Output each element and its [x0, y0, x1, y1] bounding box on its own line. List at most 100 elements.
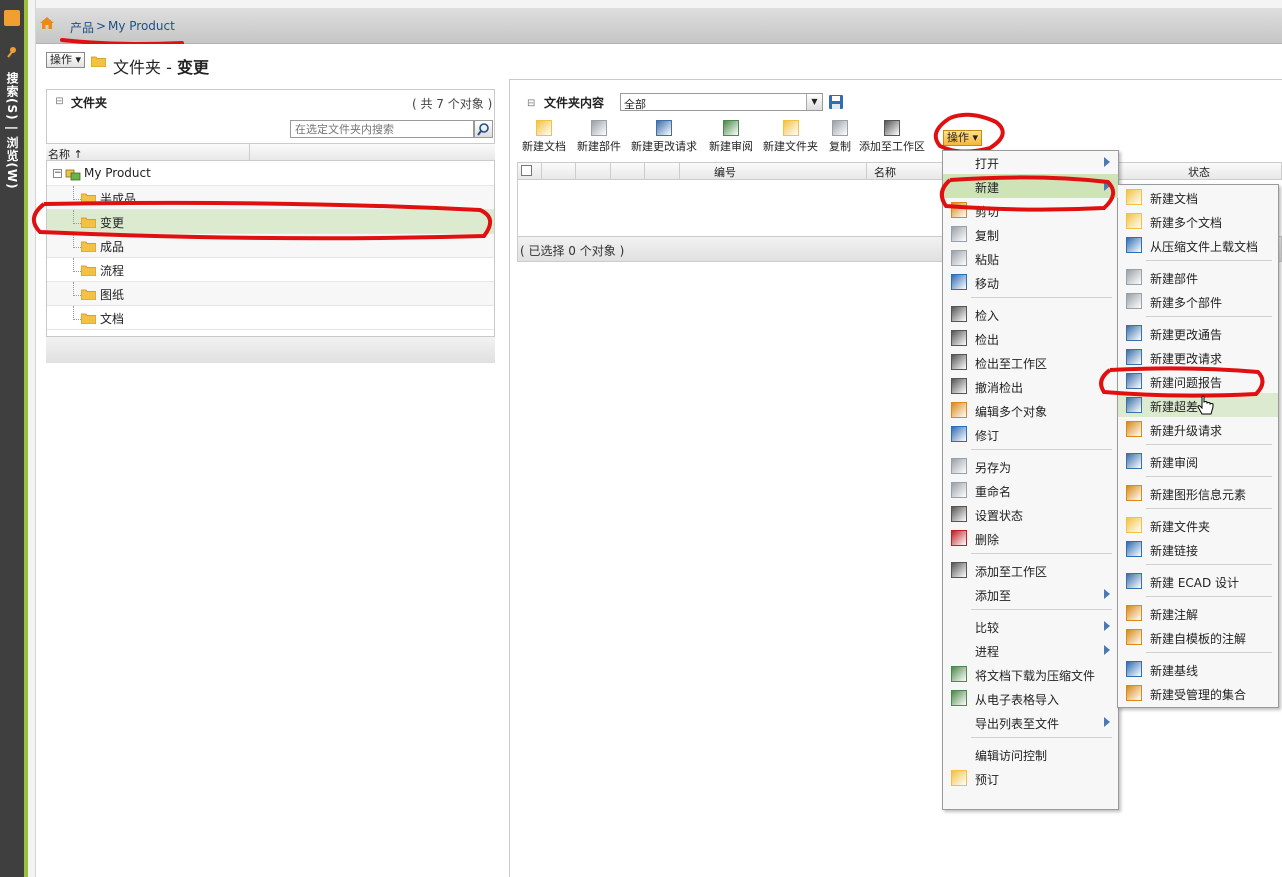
- menu-item[interactable]: 添加至: [943, 582, 1118, 606]
- page-title-folder: 变更: [176, 58, 209, 77]
- menu-item[interactable]: 打开: [943, 150, 1118, 174]
- status-column-header[interactable]: 状态: [1188, 164, 1210, 180]
- select-all-checkbox[interactable]: [521, 165, 532, 176]
- tree-row[interactable]: 图纸: [47, 282, 494, 306]
- menu-item[interactable]: 设置状态: [943, 502, 1118, 526]
- tree-item-label: 文档: [100, 312, 125, 326]
- column-divider: [541, 162, 542, 180]
- menu-item[interactable]: 新建链接: [1118, 537, 1278, 561]
- copy-icon: [832, 120, 848, 136]
- menu-item[interactable]: 导出列表至文件: [943, 710, 1118, 734]
- menu-item[interactable]: 修订: [943, 422, 1118, 446]
- menu-item[interactable]: 移动: [943, 270, 1118, 294]
- toolbar-button[interactable]: 复制: [829, 120, 851, 154]
- menu-item[interactable]: 检入: [943, 302, 1118, 326]
- menu-item[interactable]: 从压缩文件上载文档: [1118, 233, 1278, 257]
- toolbar-button[interactable]: 新建审阅: [709, 120, 753, 154]
- tree-connector: [73, 306, 81, 320]
- menu-item-label: 新建部件: [1150, 272, 1199, 286]
- toolbar-button[interactable]: 添加至工作区: [859, 120, 925, 154]
- menu-item-icon: [951, 690, 967, 706]
- menu-item-icon: [1126, 269, 1142, 285]
- menu-item[interactable]: 复制: [943, 222, 1118, 246]
- collapse-tree-icon[interactable]: −: [53, 169, 62, 178]
- menu-item-icon: [1126, 485, 1142, 501]
- menu-item[interactable]: 重命名: [943, 478, 1118, 502]
- expand-sidebar-icon[interactable]: [4, 10, 20, 26]
- pin-icon[interactable]: [4, 44, 20, 60]
- menu-item[interactable]: 粘贴: [943, 246, 1118, 270]
- menu-item[interactable]: 新建多个文档: [1118, 209, 1278, 233]
- menu-item[interactable]: 新建文档: [1118, 185, 1278, 209]
- toolbar-button[interactable]: 新建文件夹: [763, 120, 818, 154]
- menu-item[interactable]: 比较: [943, 614, 1118, 638]
- menu-item[interactable]: 预订: [943, 766, 1118, 790]
- search-icon[interactable]: [474, 120, 493, 138]
- selected-count: ( 已选择 0 个对象 ): [520, 244, 625, 258]
- menu-item[interactable]: 新建受管理的集合: [1118, 681, 1278, 705]
- save-view-icon[interactable]: [828, 94, 844, 110]
- menu-item-icon: [1126, 629, 1142, 645]
- menu-item-label: 新建基线: [1150, 664, 1199, 678]
- menu-item-label: 重命名: [975, 485, 1012, 499]
- menu-item-label: 新建多个部件: [1150, 296, 1223, 310]
- menu-item-icon: [951, 530, 967, 546]
- menu-item-label: 新建链接: [1150, 544, 1199, 558]
- toolbar-button[interactable]: 新建部件: [577, 120, 621, 154]
- menu-item[interactable]: 新建升级请求: [1118, 417, 1278, 441]
- actions-button[interactable]: 操作 ▾: [46, 52, 86, 68]
- menu-item[interactable]: 新建审阅: [1118, 449, 1278, 473]
- menu-item[interactable]: 新建注解: [1118, 601, 1278, 625]
- menu-item[interactable]: 添加至工作区: [943, 558, 1118, 582]
- menu-item[interactable]: 新建多个部件: [1118, 289, 1278, 313]
- folder-icon: [81, 289, 96, 300]
- menu-item[interactable]: 检出至工作区: [943, 350, 1118, 374]
- tree-connector: [73, 282, 81, 296]
- contents-filter-select[interactable]: 全部: [620, 93, 823, 111]
- toolbar-button-label: 复制: [829, 140, 851, 153]
- home-icon[interactable]: [40, 17, 54, 29]
- menu-item[interactable]: 将文档下载为压缩文件: [943, 662, 1118, 686]
- tree-row[interactable]: 文档: [47, 306, 494, 330]
- folder-panel-title: 文件夹: [71, 96, 108, 110]
- menu-item[interactable]: 新建部件: [1118, 265, 1278, 289]
- menu-item[interactable]: 删除: [943, 526, 1118, 550]
- menu-item-label: 复制: [975, 229, 1000, 243]
- collapse-folder-panel-icon[interactable]: ⊟: [55, 97, 64, 107]
- menu-item-label: 新建多个文档: [1150, 216, 1223, 230]
- menu-item[interactable]: 新建文件夹: [1118, 513, 1278, 537]
- toolbar-button[interactable]: 新建文档: [522, 120, 566, 154]
- menu-item[interactable]: 新建更改通告: [1118, 321, 1278, 345]
- menu-item[interactable]: 新建图形信息元素: [1118, 481, 1278, 505]
- menu-item[interactable]: 新建基线: [1118, 657, 1278, 681]
- folder-search-input[interactable]: [290, 120, 474, 138]
- tree-item-label: 流程: [100, 264, 125, 278]
- menu-item-icon: [951, 330, 967, 346]
- menu-item[interactable]: 新建自模板的注解: [1118, 625, 1278, 649]
- folder-icon: [81, 265, 96, 276]
- toolbar-button[interactable]: 新建更改请求: [631, 120, 697, 154]
- tree-row[interactable]: − My Product: [47, 162, 494, 186]
- name-column-header[interactable]: 名称 ↑: [48, 146, 83, 162]
- column-divider: [679, 162, 680, 180]
- menu-item[interactable]: 进程: [943, 638, 1118, 662]
- menu-item-icon: [951, 306, 967, 322]
- breadcrumb-my-product-link[interactable]: My Product: [108, 19, 175, 33]
- menu-item-label: 设置状态: [975, 509, 1024, 523]
- menu-item[interactable]: 编辑多个对象: [943, 398, 1118, 422]
- menu-item[interactable]: 从电子表格导入: [943, 686, 1118, 710]
- menu-item[interactable]: 撤消检出: [943, 374, 1118, 398]
- menu-item[interactable]: 新建 ECAD 设计: [1118, 569, 1278, 593]
- menu-item[interactable]: 另存为: [943, 454, 1118, 478]
- menu-item-icon: [951, 482, 967, 498]
- tree-row[interactable]: 流程: [47, 258, 494, 282]
- chevron-down-icon[interactable]: ▼: [806, 94, 822, 110]
- menu-separator: [971, 553, 1112, 554]
- number-column-header[interactable]: 编号: [714, 164, 736, 180]
- name-column-header[interactable]: 名称: [874, 164, 896, 180]
- collapse-contents-panel-icon[interactable]: ⊟: [527, 98, 535, 109]
- menu-item[interactable]: 检出: [943, 326, 1118, 350]
- search-browse-tab[interactable]: 搜索(S) | 浏览(W): [3, 72, 21, 190]
- menu-item[interactable]: 编辑访问控制: [943, 742, 1118, 766]
- menu-item-label: 从电子表格导入: [975, 693, 1060, 707]
